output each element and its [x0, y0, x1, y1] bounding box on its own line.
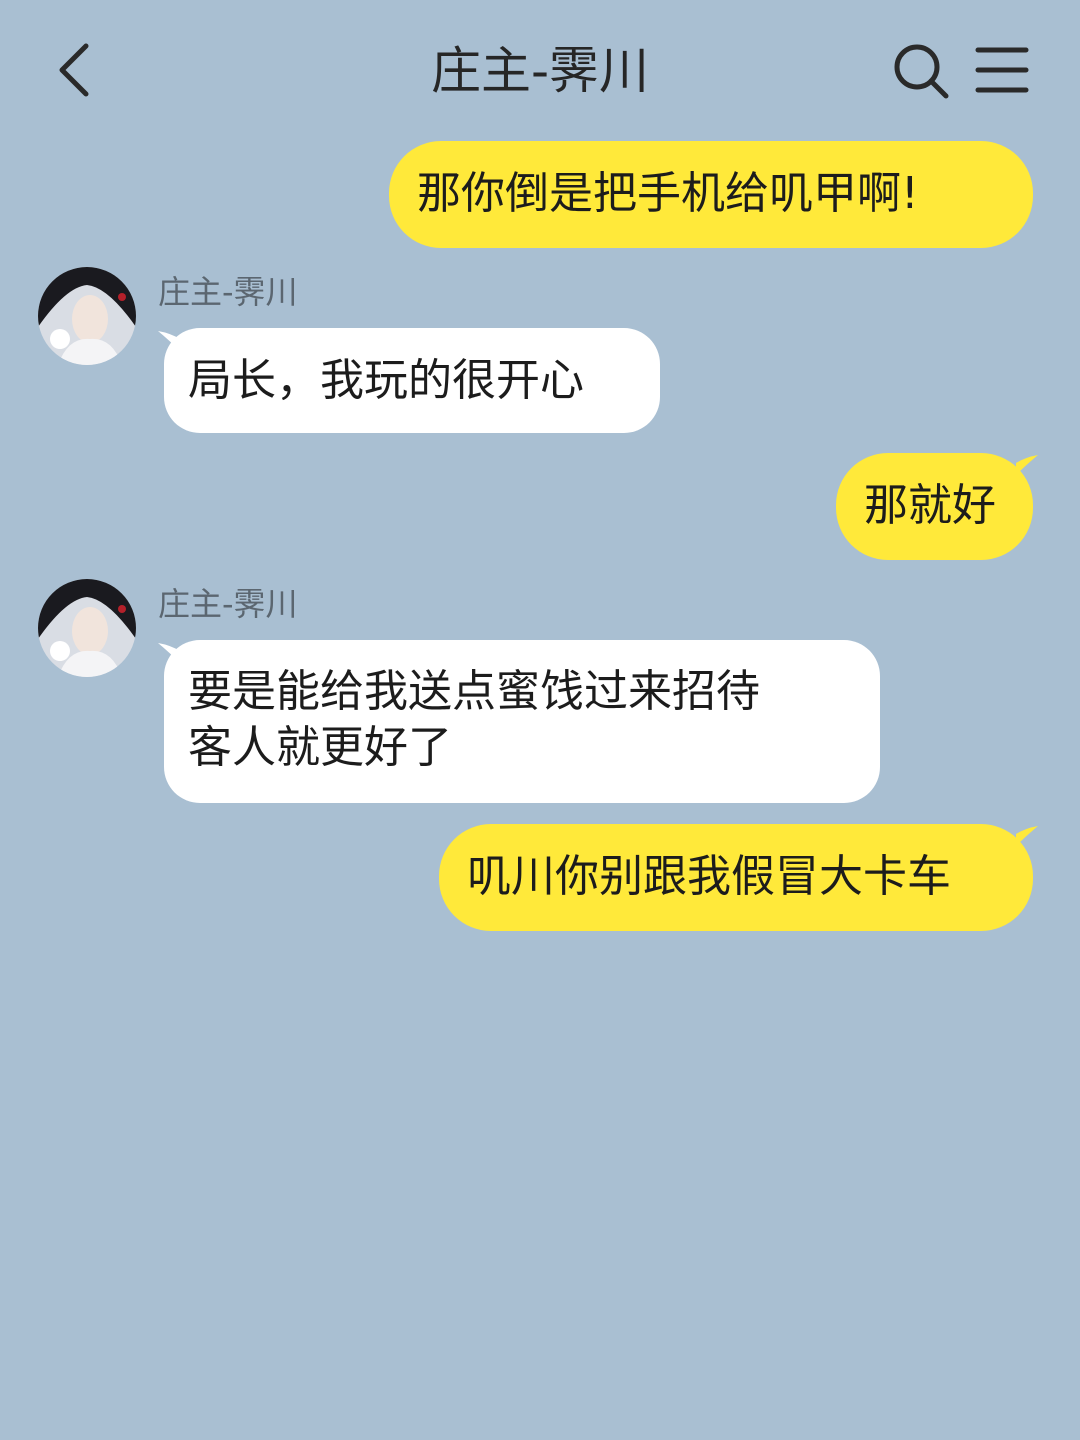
contact-avatar-image — [38, 267, 136, 365]
message-text-line: 客人就更好了 — [188, 722, 452, 773]
search-icon — [894, 44, 949, 99]
message-text: 那你倒是把手机给叽甲啊! — [417, 168, 919, 219]
contact-avatar-image — [38, 579, 136, 677]
search-button[interactable] — [890, 40, 952, 102]
chevron-left-icon — [59, 43, 89, 97]
message-text: 叽川你别跟我假冒大卡车 — [467, 851, 951, 902]
message-text: 那就好 — [864, 480, 996, 531]
sender-name: 庄主-霁川 — [158, 273, 298, 311]
menu-icon — [975, 47, 1029, 93]
message-text-line: 要是能给我送点蜜饯过来招待 — [188, 666, 760, 717]
message-text: 局长，我玩的很开心 — [188, 355, 584, 406]
their-message-bubble[interactable]: 局长，我玩的很开心 — [164, 328, 660, 433]
my-message-bubble[interactable]: 那你倒是把手机给叽甲啊! — [389, 141, 1033, 248]
my-message-bubble[interactable]: 那就好 — [836, 453, 1033, 560]
menu-button[interactable] — [972, 42, 1032, 98]
sender-name: 庄主-霁川 — [158, 585, 298, 623]
their-message-bubble[interactable]: 要是能给我送点蜜饯过来招待 客人就更好了 — [164, 640, 880, 803]
back-button[interactable] — [50, 38, 110, 102]
avatar[interactable] — [38, 267, 136, 365]
chat-header: 庄主-霁川 — [0, 0, 1080, 140]
chat-title: 庄主-霁川 — [430, 42, 650, 100]
my-message-bubble[interactable]: 叽川你别跟我假冒大卡车 — [439, 824, 1033, 931]
avatar[interactable] — [38, 579, 136, 677]
